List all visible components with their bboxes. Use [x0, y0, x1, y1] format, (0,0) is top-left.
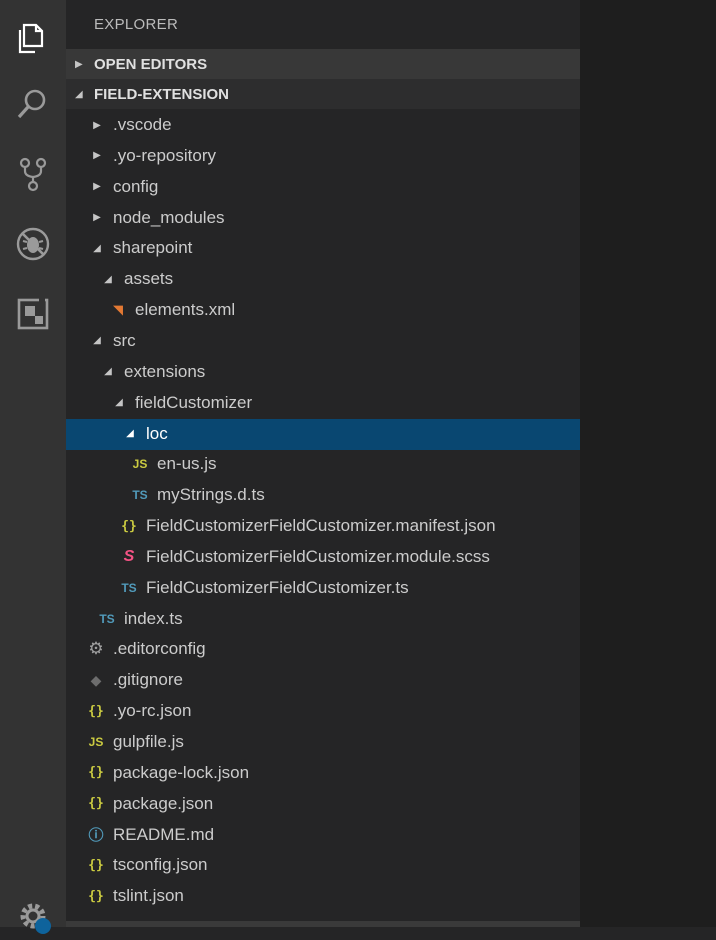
tree-item-label: elements.xml — [135, 300, 236, 320]
chevron-right-icon: ▶ — [93, 212, 101, 224]
tree-item-label: en-us.js — [157, 454, 217, 474]
tree-file[interactable]: S FieldCustomizerFieldCustomizer.module.s… — [66, 542, 580, 573]
tree-file[interactable]: JS en-us.js — [66, 449, 580, 480]
tree-item-label: .yo-repository — [113, 145, 216, 165]
chevron-down-icon: ◢ — [93, 335, 101, 347]
tree-item-label: config — [113, 176, 159, 196]
tree-folder[interactable]: ◢ src — [66, 326, 580, 357]
horizontal-scrollbar[interactable] — [66, 921, 580, 927]
info-icon: ⓘ — [88, 827, 104, 845]
tree-item-label: fieldCustomizer — [135, 392, 253, 412]
tree-folder[interactable]: ▶ node_modules — [66, 203, 580, 234]
tree-item-label: myStrings.d.ts — [157, 485, 265, 505]
tree-folder[interactable]: ◢ assets — [66, 264, 580, 295]
tree-file[interactable]: {} .yo-rc.json — [66, 696, 580, 727]
json-icon: {} — [88, 765, 104, 781]
chevron-down-icon: ◢ — [115, 397, 123, 409]
tree-folder[interactable]: ◢ sharepoint — [66, 233, 580, 264]
tree-item-label: package-lock.json — [113, 762, 250, 782]
tree-item-label: node_modules — [113, 207, 225, 227]
tree-item-label: .vscode — [113, 115, 172, 134]
tree-folder[interactable]: ▶ config — [66, 172, 580, 203]
tree-item-label: FieldCustomizerFieldCustomizer.module.sc… — [146, 546, 490, 566]
explorer-title: EXPLORER — [94, 16, 179, 33]
project-header[interactable]: ◢ FIELD-EXTENSION — [66, 79, 580, 109]
extensions-icon[interactable] — [0, 290, 66, 338]
ts-icon: TS — [99, 611, 115, 626]
tree-file[interactable]: TS index.ts — [66, 604, 580, 635]
chevron-down-icon: ◢ — [104, 273, 112, 285]
tree-folder[interactable]: ▶ .yo-repository — [66, 141, 580, 172]
tree-item-label: .yo-rc.json — [113, 701, 192, 721]
tree-item-label: FieldCustomizerFieldCustomizer.ts — [146, 577, 409, 597]
tree-file[interactable]: ⓘ README.md — [66, 820, 580, 851]
explorer-sidebar: EXPLORER ▶ OPEN EDITORS ◢ FIELD-EXTENSIO… — [66, 0, 580, 927]
chevron-right-icon: ▶ — [75, 58, 83, 70]
tree-item-label: tslint.json — [113, 886, 184, 906]
tree-item-label: index.ts — [124, 608, 183, 628]
tree-folder[interactable]: ◢ loc — [66, 418, 580, 450]
chevron-down-icon: ◢ — [93, 242, 101, 254]
sass-icon: S — [123, 547, 135, 565]
tree-item-label: .editorconfig — [113, 639, 206, 659]
tree-file[interactable]: {} tslint.json — [66, 881, 580, 912]
tree-item-label: sharepoint — [113, 238, 193, 258]
rss-icon: ◥ — [113, 302, 123, 318]
editor-area — [580, 0, 716, 927]
tree-file[interactable]: ◆ .gitignore — [66, 665, 580, 696]
tree-file[interactable]: ◥ elements.xml — [66, 295, 580, 326]
ts-icon: TS — [121, 580, 137, 595]
tree-folder[interactable]: ▶ .vscode — [66, 110, 580, 141]
chevron-down-icon: ◢ — [75, 88, 83, 100]
git-icon: ◆ — [90, 671, 102, 688]
chevron-right-icon: ▶ — [93, 150, 101, 162]
chevron-right-icon: ▶ — [93, 181, 101, 193]
json-icon: {} — [88, 796, 104, 812]
open-editors-label: OPEN EDITORS — [94, 55, 208, 73]
tree-file[interactable]: JS gulpfile.js — [66, 727, 580, 758]
json-icon: {} — [88, 888, 104, 904]
tree-item-label: loc — [146, 423, 168, 443]
tree-item-label: .gitignore — [113, 670, 183, 690]
json-icon: {} — [121, 518, 137, 534]
tree-item-label: FieldCustomizerFieldCustomizer.manifest.… — [146, 516, 496, 536]
search-icon[interactable] — [0, 80, 66, 128]
tree-item-label: package.json — [113, 793, 214, 813]
tree-item-label: src — [113, 330, 136, 350]
tree-folder[interactable]: ◢ extensions — [66, 357, 580, 388]
tree-file[interactable]: ⚙ .editorconfig — [66, 634, 580, 665]
tree-item-label: gulpfile.js — [113, 732, 184, 751]
debug-icon[interactable] — [0, 220, 66, 268]
ts-icon: TS — [132, 488, 148, 503]
tree-file[interactable]: {} package.json — [66, 789, 580, 820]
tree-folder[interactable]: ◢ fieldCustomizer — [66, 388, 580, 419]
source-control-icon[interactable] — [0, 150, 66, 198]
tree-item-label: extensions — [124, 361, 206, 381]
json-icon: {} — [88, 857, 104, 873]
tree-item-label: README.md — [113, 824, 215, 844]
tree-file[interactable]: {} FieldCustomizerFieldCustomizer.manifes… — [66, 511, 580, 542]
project-label: FIELD-EXTENSION — [94, 85, 230, 103]
js-icon: JS — [88, 735, 104, 749]
explorer-icon[interactable] — [0, 14, 66, 62]
activity-bar — [0, 0, 66, 934]
tree-file[interactable]: {} package-lock.json — [66, 758, 580, 789]
tree-file[interactable]: TS myStrings.d.ts — [66, 480, 580, 511]
open-editors-header[interactable]: ▶ OPEN EDITORS — [66, 49, 580, 79]
js-icon: JS — [132, 457, 148, 472]
chevron-down-icon: ◢ — [104, 366, 112, 378]
chevron-right-icon: ▶ — [93, 119, 101, 131]
tree-item-label: tsconfig.json — [113, 855, 208, 875]
chevron-down-icon: ◢ — [126, 428, 134, 439]
tree-file[interactable]: {} tsconfig.json — [66, 850, 580, 881]
tree-file[interactable]: TS FieldCustomizerFieldCustomizer.ts — [66, 573, 580, 604]
tree-item-label: assets — [124, 269, 174, 289]
gear-icon: ⚙ — [88, 639, 104, 659]
settings-icon[interactable] — [0, 892, 66, 940]
json-icon: {} — [88, 703, 104, 719]
